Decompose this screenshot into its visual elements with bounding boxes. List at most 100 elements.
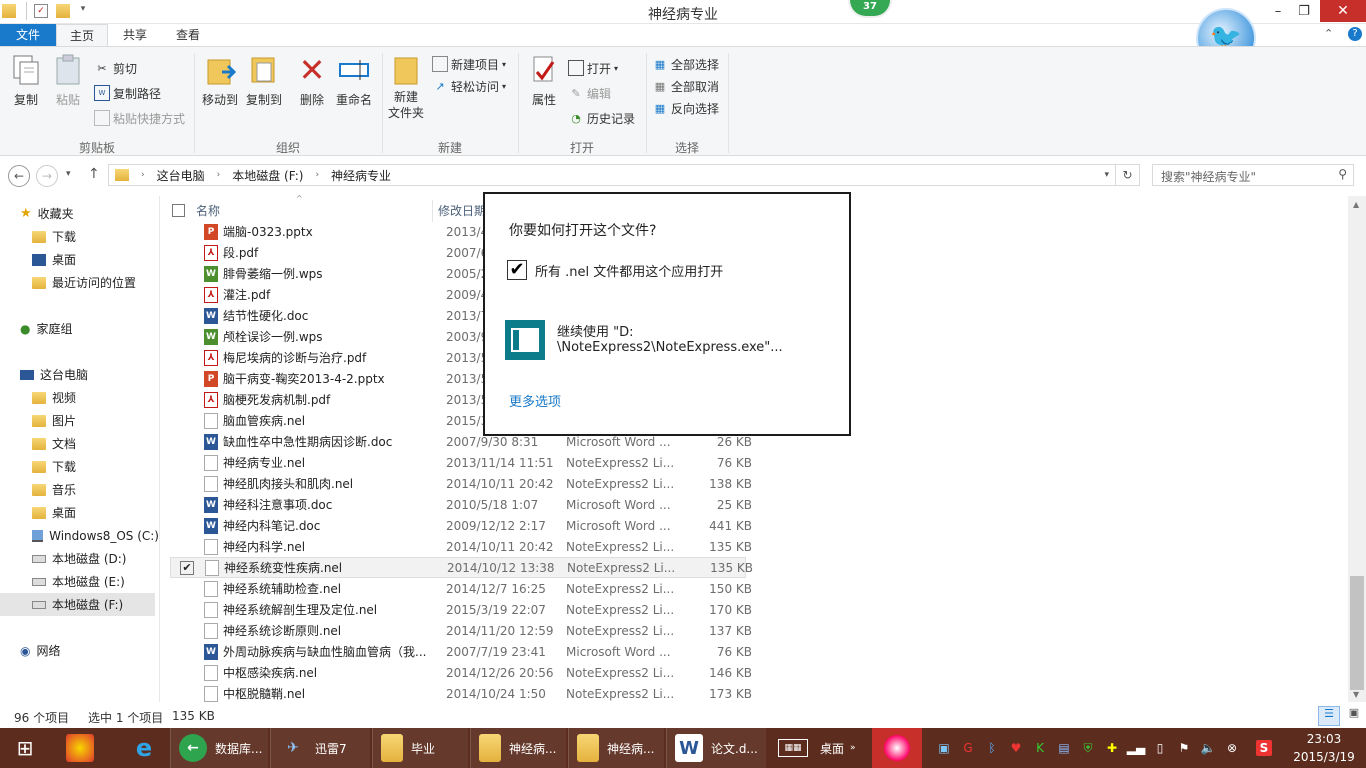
open-button[interactable]: 打开 ▾ — [568, 59, 618, 77]
nav-item-drive-d[interactable]: 本地磁盘 (D:) — [0, 547, 159, 570]
nav-item-downloads-pc[interactable]: 下载 — [0, 455, 159, 478]
close-circle-icon[interactable]: ⊗ — [1224, 740, 1240, 756]
clock-time[interactable]: 23:03 — [1286, 732, 1362, 746]
cut-button[interactable]: ✂ 剪切 — [94, 59, 137, 77]
paste-button[interactable]: 粘贴 — [48, 53, 88, 108]
nav-item-drive-e[interactable]: 本地磁盘 (E:) — [0, 570, 159, 593]
table-row[interactable]: 神经系统解剖生理及定位.nel 2015/3/19 22:07 NoteExpres… — [170, 599, 752, 620]
column-name[interactable]: 名称 — [196, 200, 434, 222]
nav-item-desktop-pc[interactable]: 桌面 — [0, 501, 159, 524]
nav-item-recent-places[interactable]: 最近访问的位置 — [0, 271, 159, 294]
nav-item-pictures[interactable]: 图片 — [0, 409, 159, 432]
nav-item-downloads[interactable]: 下载 — [0, 225, 159, 248]
rename-button[interactable]: 重命名 — [332, 53, 376, 108]
table-row-selected[interactable]: ✔ 神经系统变性疾病.nel 2014/10/12 13:38 NoteExpress… — [170, 557, 753, 578]
nav-favorites[interactable]: ★ 收藏夹 — [0, 202, 159, 225]
tray-network-app-icon[interactable]: ▣ — [936, 740, 952, 756]
flag-icon[interactable]: ⚑ — [1176, 740, 1192, 756]
refresh-button[interactable]: ↻ — [1116, 164, 1140, 186]
bluetooth-icon[interactable]: ᛒ — [984, 740, 1000, 756]
vertical-scrollbar[interactable]: ▲ ▼ — [1348, 196, 1366, 702]
nav-item-music[interactable]: 音乐 — [0, 478, 159, 501]
address-bar[interactable]: › 这台电脑 › 本地磁盘 (F:) › 神经病专业 ▾ — [108, 164, 1116, 186]
properties-button[interactable]: 属性 — [524, 53, 564, 108]
table-row[interactable]: 中枢脱髓鞘.nel 2014/10/24 1:50 NoteExpress2 Li.… — [170, 683, 752, 704]
nav-network[interactable]: ◉ 网络 — [0, 639, 159, 662]
copy-to-button[interactable]: 复制到 — [242, 53, 286, 108]
start-windows-icon[interactable]: ⊞ — [10, 728, 40, 768]
paste-shortcut-button[interactable]: 粘贴快捷方式 — [94, 109, 185, 127]
nav-item-videos[interactable]: 视频 — [0, 386, 159, 409]
table-row[interactable]: 神经病专业.nel 2013/11/14 11:51 NoteExpress2 Li… — [170, 452, 752, 473]
scroll-down-icon[interactable]: ▼ — [1353, 690, 1359, 699]
nav-homegroup[interactable]: ● 家庭组 — [0, 317, 159, 340]
table-row[interactable]: 神经内科学.nel 2014/10/11 20:42 NoteExpress2 Li… — [170, 536, 752, 557]
select-all-button[interactable]: ▦ 全部选择 — [652, 55, 719, 73]
details-view-icon[interactable]: ☰ — [1318, 706, 1340, 726]
noteexpress-app-option[interactable]: 继续使用 "D: \NoteExpress2\NoteExpress.exe".… — [505, 318, 835, 362]
breadcrumb-drive-f[interactable]: 本地磁盘 (F:) — [232, 167, 303, 184]
edit-button[interactable]: ✎ 编辑 — [568, 84, 611, 102]
tray-plus-icon[interactable]: ✚ — [1104, 740, 1120, 756]
clock-date[interactable]: 2015/3/19 — [1286, 750, 1362, 764]
breadcrumb-this-pc[interactable]: 这台电脑 — [157, 167, 205, 184]
table-row[interactable]: 神经系统辅助检查.nel 2014/12/7 16:25 NoteExpress2 … — [170, 578, 752, 599]
volume-icon[interactable]: 🔈 — [1200, 740, 1216, 756]
tray-blue-app-icon[interactable]: ▤ — [1056, 740, 1072, 756]
taskbar-item-folder-2[interactable]: 神经病... — [568, 728, 664, 768]
taskbar-item-database[interactable]: ← 数据库... — [170, 728, 268, 768]
help-icon[interactable]: ? — [1348, 27, 1362, 41]
table-row[interactable]: 神经肌肉接头和肌肉.nel 2014/10/11 20:42 NoteExpress… — [170, 473, 752, 494]
taskbar-desktop-toolbar[interactable]: ▦▦ 桌面 » — [778, 728, 868, 768]
taskbar-item-folder-1[interactable]: 神经病... — [470, 728, 566, 768]
nav-item-documents[interactable]: 文档 — [0, 432, 159, 455]
copy-path-button[interactable]: W 复制路径 — [94, 84, 161, 102]
table-row[interactable]: W 神经科注意事项.doc 2010/5/18 1:07 Microsoft Word… — [170, 494, 752, 515]
easy-access-button[interactable]: ↗ 轻松访问 ▾ — [432, 77, 506, 95]
back-button[interactable]: ← — [8, 165, 30, 187]
table-row[interactable]: W 神经内科笔记.doc 2009/12/12 2:17 Microsoft Word… — [170, 515, 752, 536]
new-item-button[interactable]: 新建项目 ▾ — [432, 55, 506, 73]
ie-browser-icon[interactable]: e — [124, 728, 164, 768]
row-checkbox[interactable]: ✔ — [180, 560, 194, 575]
nav-this-pc[interactable]: 这台电脑 — [0, 363, 159, 386]
select-all-checkbox[interactable] — [172, 204, 185, 217]
maximize-button[interactable]: ❐ — [1292, 0, 1316, 22]
recent-locations-chevron-icon[interactable]: ▾ — [66, 169, 71, 179]
tab-home[interactable]: 主页 — [56, 24, 108, 46]
tab-view[interactable]: 查看 — [164, 24, 212, 46]
new-folder-button[interactable]: 新建 文件夹 — [386, 53, 426, 121]
move-to-button[interactable]: 移动到 — [198, 53, 242, 108]
taskbar-active-app[interactable] — [872, 728, 922, 768]
always-use-checkbox[interactable]: ✔ — [507, 260, 527, 280]
taskbar-pinned-app[interactable] — [62, 728, 98, 768]
large-icons-view-icon[interactable]: ▣ — [1344, 706, 1364, 726]
tab-file[interactable]: 文件 — [0, 24, 56, 46]
tab-share[interactable]: 共享 — [110, 24, 160, 46]
battery-icon[interactable]: ▯ — [1152, 740, 1168, 756]
nav-item-drive-c[interactable]: Windows8_OS (C:) — [0, 524, 159, 547]
scrollbar-thumb[interactable] — [1350, 576, 1364, 690]
ribbon-collapse-chevron-icon[interactable]: ⌃ — [1324, 27, 1333, 40]
table-row[interactable]: 中枢感染疾病.nel 2014/12/26 20:56 NoteExpress2 L… — [170, 662, 752, 683]
tray-green-k-icon[interactable]: K — [1032, 740, 1048, 756]
table-row[interactable]: 神经系统诊断原则.nel 2014/11/20 12:59 NoteExpress2… — [170, 620, 752, 641]
forward-button[interactable]: → — [36, 165, 58, 187]
minimize-button[interactable]: – — [1266, 0, 1290, 22]
sogou-ime-icon[interactable]: S — [1256, 740, 1272, 756]
invert-selection-button[interactable]: ▦ 反向选择 — [652, 99, 719, 117]
more-options-link[interactable]: 更多选项 — [509, 391, 561, 410]
tray-g-icon[interactable]: G — [960, 740, 976, 756]
close-button[interactable]: ✕ — [1320, 0, 1366, 22]
signal-icon[interactable]: ▂▄ — [1127, 740, 1145, 756]
select-none-button[interactable]: ▦ 全部取消 — [652, 77, 719, 95]
history-button[interactable]: ◔ 历史记录 — [568, 109, 635, 127]
taskbar-item-word[interactable]: W 论文.d... — [666, 728, 766, 768]
delete-button[interactable]: ✕ 删除 — [292, 51, 332, 108]
nav-item-desktop[interactable]: 桌面 — [0, 248, 159, 271]
nav-item-drive-f[interactable]: 本地磁盘 (F:) — [0, 593, 155, 616]
taskbar-item-graduation[interactable]: 毕业 — [372, 728, 468, 768]
breadcrumb-current-folder[interactable]: 神经病专业 — [331, 167, 391, 184]
search-input[interactable]: 搜索"神经病专业" ⚲ — [1152, 164, 1354, 186]
scroll-up-icon[interactable]: ▲ — [1353, 200, 1359, 209]
